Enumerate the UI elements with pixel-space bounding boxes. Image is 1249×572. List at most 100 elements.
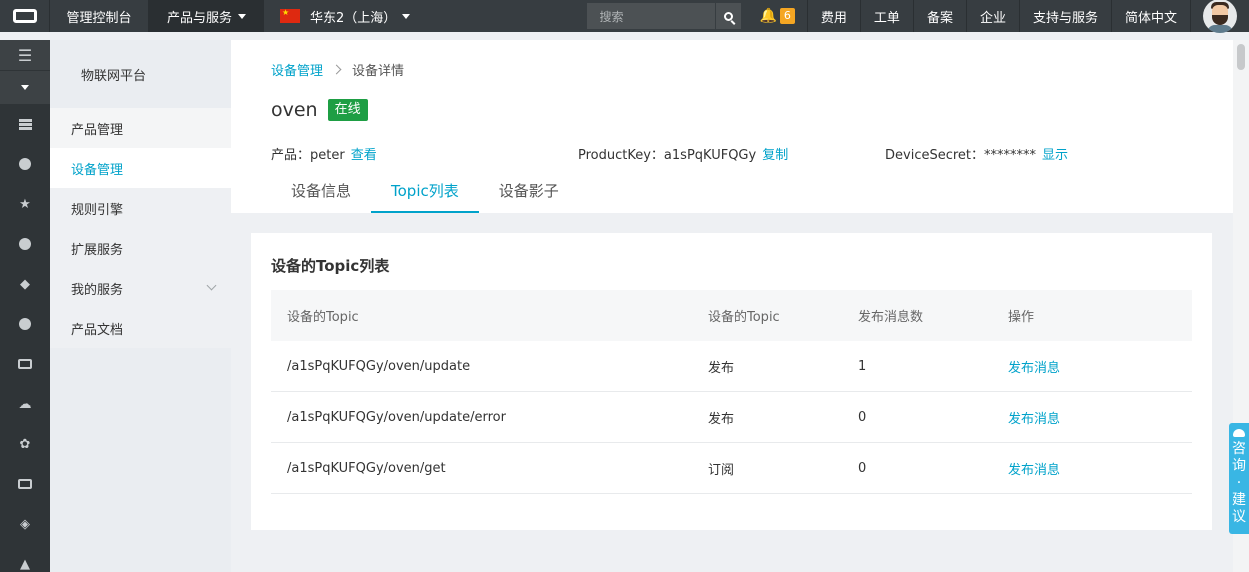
storage-icon[interactable] [0, 104, 50, 144]
link-icon[interactable] [0, 464, 50, 504]
chevron-down-icon [402, 13, 411, 19]
count-cell: 1 [858, 358, 867, 374]
main-content: 设备管理 设备详情 oven 在线 产品：peter 查看 ProductKey：… [231, 40, 1233, 572]
shield-icon[interactable] [0, 144, 50, 184]
sidebar-item-extension-services[interactable]: 扩展服务 [50, 228, 231, 268]
billing-link[interactable]: 费用 [808, 0, 861, 32]
tab-topic-list[interactable]: Topic列表 [371, 172, 479, 213]
user-menu[interactable] [1191, 0, 1249, 33]
top-navbar: 管理控制台 产品与服务 华东2（上海） 搜索 🔔 6 费用 工单 备案 企业 支… [0, 0, 1249, 33]
cube-icon[interactable]: ◆ [0, 264, 50, 304]
breadcrumb-device-management[interactable]: 设备管理 [271, 60, 323, 79]
permission-cell: 订阅 [708, 462, 735, 478]
product-icon-rail: ☰ ★ ◆ ☁ ✿ ◈ ▲ [0, 40, 50, 572]
search-box: 搜索 [587, 0, 742, 32]
language-selector[interactable]: 简体中文 [1112, 0, 1191, 32]
sidebar-item-rules-engine[interactable]: 规则引擎 [50, 188, 231, 228]
productkey-info: ProductKey：a1sPqKUFQGy 复制 [578, 144, 788, 163]
link-icon[interactable] [0, 344, 50, 384]
device-tabs: 设备信息 Topic列表 设备影子 [271, 172, 579, 213]
chevron-down-icon [206, 280, 217, 291]
consult-feedback-button[interactable]: 咨 询 · 建 议 [1229, 423, 1249, 534]
topic-list-card: 设备的Topic列表 设备的Topic 设备的Topic 发布消息数 操作 /a… [251, 233, 1212, 530]
copy-productkey-link[interactable]: 复制 [762, 148, 788, 163]
consult-char: 建 [1232, 492, 1246, 508]
count-cell: 0 [858, 409, 867, 425]
support-link[interactable]: 支持与服务 [1020, 0, 1112, 32]
permission-cell: 发布 [708, 360, 735, 376]
product-info: 产品：peter 查看 [271, 144, 377, 163]
consult-char: 议 [1232, 509, 1246, 525]
region-label: 华东2（上海） [310, 10, 397, 26]
products-menu[interactable]: 产品与服务 [149, 0, 264, 32]
column-header-actions: 操作 [1008, 310, 1035, 325]
avatar [1203, 0, 1237, 33]
table-row: /a1sPqKUFQGy/oven/update/error 发布 0 发布消息 [271, 392, 1192, 443]
bell-icon: 🔔 [759, 8, 777, 24]
cloud-upload-icon[interactable] [0, 224, 50, 264]
cloud-outline-icon[interactable]: ☁ [0, 384, 50, 424]
rail-dropdown-button[interactable] [0, 70, 50, 104]
tickets-link[interactable]: 工单 [861, 0, 914, 32]
column-header-message-count: 发布消息数 [858, 310, 924, 325]
chat-icon [1233, 429, 1245, 437]
sidebar-item-device-management[interactable]: 设备管理 [50, 148, 231, 188]
topic-cell: /a1sPqKUFQGy/oven/update/error [287, 409, 506, 425]
sidebar-title: 物联网平台 [50, 40, 231, 108]
search-icon [724, 11, 734, 21]
chevron-down-icon [21, 85, 29, 90]
search-button[interactable] [715, 3, 742, 29]
topic-cell: /a1sPqKUFQGy/oven/update [287, 358, 471, 374]
gear-icon[interactable]: ✿ [0, 424, 50, 464]
cloud-icon[interactable] [0, 304, 50, 344]
chevron-right-icon [331, 64, 342, 75]
permission-cell: 发布 [708, 411, 735, 427]
devicesecret-label: DeviceSecret：******** [885, 148, 1037, 163]
product-label: 产品：peter [271, 148, 345, 163]
menu-icon[interactable]: ☰ [0, 40, 50, 70]
chevron-down-icon [238, 13, 246, 19]
breadcrumb-current: 设备详情 [352, 64, 405, 79]
show-secret-link[interactable]: 显示 [1042, 148, 1068, 163]
network-icon[interactable]: ★ [0, 184, 50, 224]
consult-char: 询 [1232, 458, 1246, 474]
notifications-button[interactable]: 🔔 6 [747, 0, 808, 32]
topic-table: 设备的Topic 设备的Topic 发布消息数 操作 /a1sPqKUFQGy/… [271, 290, 1192, 494]
table-row: /a1sPqKUFQGy/oven/get 订阅 0 发布消息 [271, 443, 1192, 494]
region-selector[interactable]: 华东2（上海） [264, 0, 424, 32]
table-header: 设备的Topic 设备的Topic 发布消息数 操作 [271, 290, 1192, 341]
scrollbar-thumb[interactable] [1237, 44, 1245, 70]
sidebar-item-my-services[interactable]: 我的服务 [50, 268, 231, 308]
publish-message-link[interactable]: 发布消息 [1008, 459, 1192, 478]
tab-device-info[interactable]: 设备信息 [271, 172, 371, 213]
layers-icon[interactable]: ◈ [0, 504, 50, 544]
aliyun-logo-icon[interactable] [0, 0, 50, 32]
console-link[interactable]: 管理控制台 [50, 0, 149, 32]
notification-count-badge: 6 [779, 8, 795, 24]
devicesecret-info: DeviceSecret：******** 显示 [885, 144, 1068, 163]
more-icon[interactable]: ▲ [0, 544, 50, 572]
breadcrumb: 设备管理 设备详情 [271, 60, 404, 79]
status-badge: 在线 [327, 99, 368, 121]
sidebar-item-product-management[interactable]: 产品管理 [50, 108, 231, 148]
view-product-link[interactable]: 查看 [351, 148, 377, 163]
tab-device-shadow[interactable]: 设备影子 [479, 172, 579, 213]
publish-message-link[interactable]: 发布消息 [1008, 357, 1192, 376]
products-menu-label: 产品与服务 [166, 10, 232, 26]
device-title: oven 在线 [271, 99, 368, 121]
table-row: /a1sPqKUFQGy/oven/update 发布 1 发布消息 [271, 341, 1192, 392]
consult-char: 咨 [1232, 441, 1246, 457]
publish-message-link[interactable]: 发布消息 [1008, 408, 1192, 427]
icp-filing-link[interactable]: 备案 [914, 0, 967, 32]
column-header-permission: 设备的Topic [708, 310, 780, 325]
enterprise-link[interactable]: 企业 [967, 0, 1020, 32]
card-title: 设备的Topic列表 [271, 257, 390, 275]
sidebar-item-product-docs[interactable]: 产品文档 [50, 308, 231, 348]
sidebar-item-label: 我的服务 [71, 282, 124, 298]
consult-char: · [1236, 475, 1242, 491]
iot-sidebar: 物联网平台 产品管理 设备管理 规则引擎 扩展服务 我的服务 产品文档 [50, 40, 231, 572]
topic-cell: /a1sPqKUFQGy/oven/get [287, 460, 446, 476]
device-name: oven [271, 99, 318, 121]
device-header: 设备管理 设备详情 oven 在线 产品：peter 查看 ProductKey：… [231, 40, 1233, 213]
search-input[interactable]: 搜索 [587, 3, 716, 29]
